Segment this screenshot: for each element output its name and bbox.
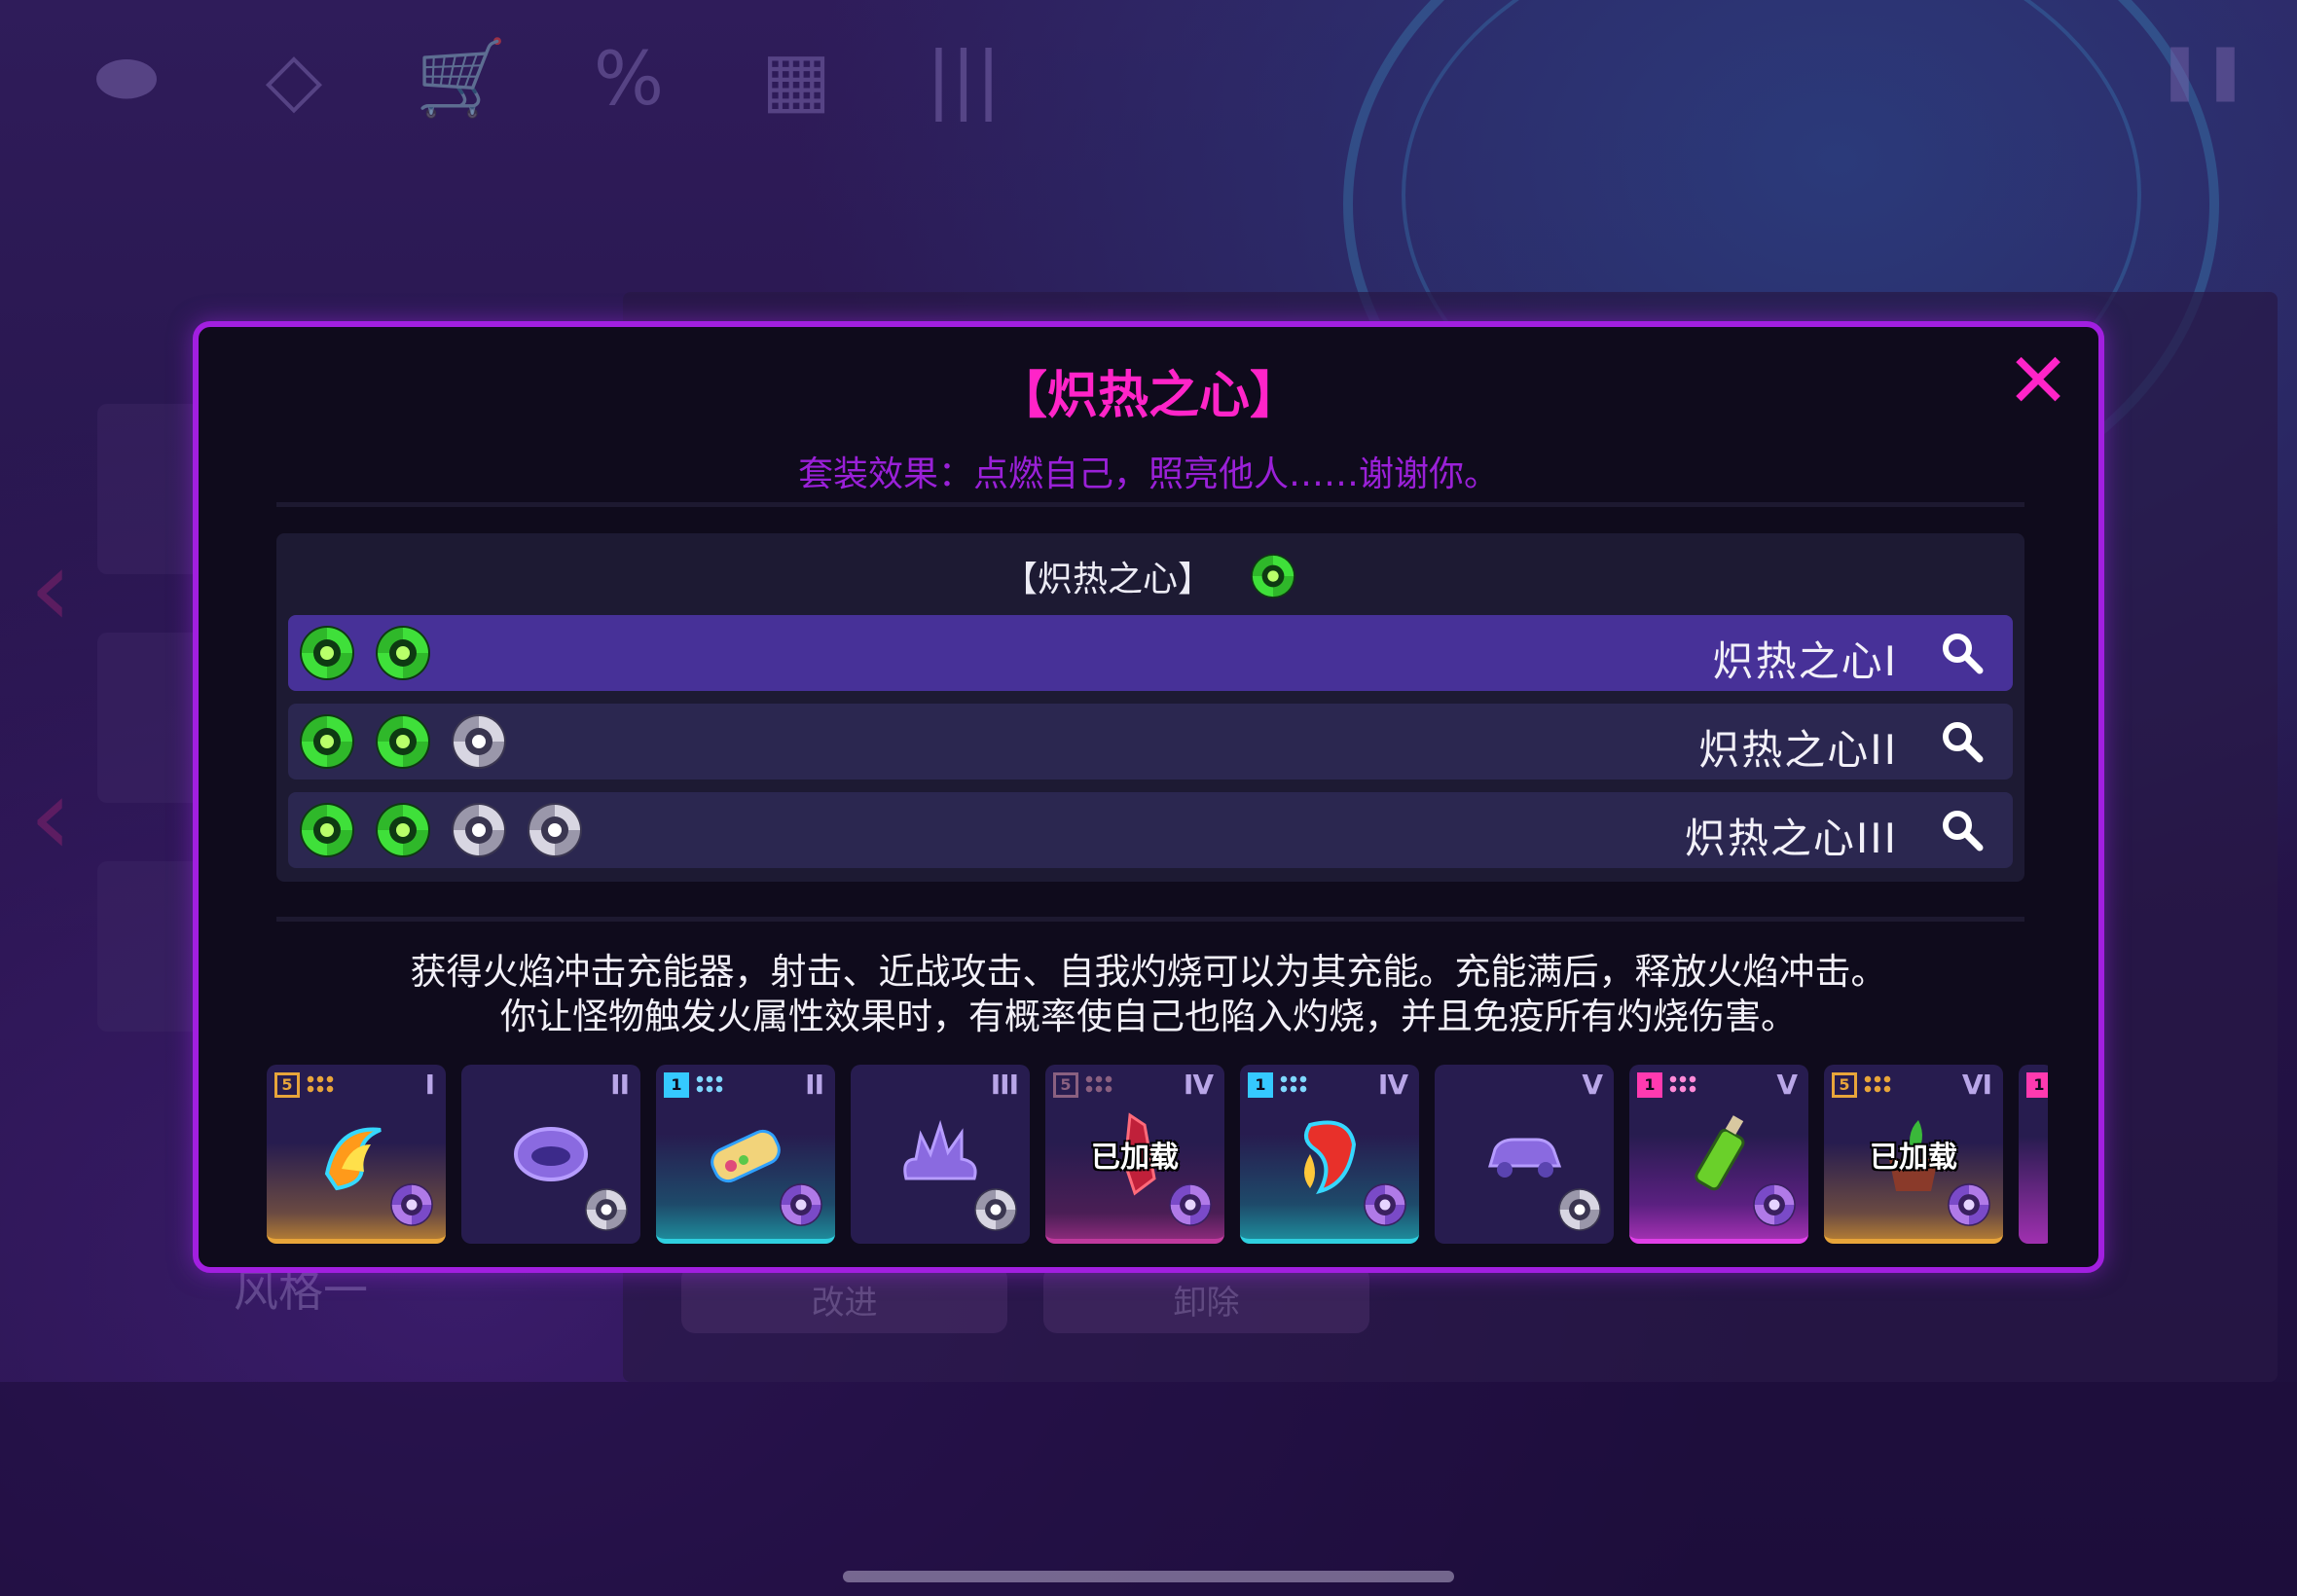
item-badge: 1 [1248, 1072, 1273, 1098]
swirl-icon [1753, 1183, 1796, 1226]
divider [276, 917, 2024, 922]
swirl-active-icon [376, 626, 430, 680]
item-tier: II [805, 1069, 824, 1101]
item-tier: II [610, 1069, 630, 1101]
set-header-label: 【炽热之心】 [1002, 560, 1213, 599]
item-card[interactable]: V [1435, 1065, 1614, 1244]
swirl-active-icon [300, 803, 354, 857]
description-line: 你让怪物触发火属性效果时，有概率使自己也陷入灼烧，并且免疫所有灼烧伤害。 [500, 996, 1797, 1037]
swirl-icon [1948, 1183, 1990, 1226]
percent-icon[interactable]: % [580, 29, 677, 127]
magnifier-icon [1941, 720, 1984, 763]
chevron-left-icon[interactable]: ‹ [29, 754, 72, 879]
swirl-active-icon [1251, 554, 1295, 598]
swirl-icon [585, 1188, 628, 1231]
item-badge: 1 [664, 1072, 689, 1098]
item-card[interactable]: 5 IV 已加载 [1045, 1065, 1224, 1244]
slot-dots-icon [1084, 1074, 1113, 1094]
swirl-icon [780, 1183, 822, 1226]
item-card[interactable]: 1 V [1629, 1065, 1808, 1244]
tier-3-swirls [296, 799, 586, 861]
diamond-icon[interactable]: ◇ [245, 29, 343, 127]
magnifier-icon [1941, 809, 1984, 852]
background-floor [0, 1382, 2297, 1596]
improve-button[interactable]: 改进 [681, 1265, 1007, 1333]
slot-dots-icon [695, 1074, 724, 1094]
loaded-label: 已加载 [1091, 1141, 1179, 1175]
set-header: 【炽热之心】 [276, 551, 2024, 601]
tier-1-swirls [296, 622, 434, 684]
close-icon: ✕ [2006, 338, 2070, 425]
home-indicator[interactable] [843, 1571, 1454, 1582]
waveform-icon[interactable]: ||| [915, 29, 1012, 127]
tier-3-name: 炽热之心III [1684, 815, 1898, 862]
tier-row-3[interactable]: 炽热之心III [288, 792, 2013, 868]
tier-3-inspect-button[interactable] [1931, 799, 1993, 861]
swirl-active-icon [300, 714, 354, 769]
item-card[interactable]: 1 II [656, 1065, 835, 1244]
item-tier: VI [1961, 1069, 1992, 1101]
dialog-title: 【炽热之心】 [996, 367, 1300, 425]
swirl-inactive-icon [452, 803, 506, 857]
item-tier: V [1776, 1069, 1798, 1101]
tier-2-inspect-button[interactable] [1931, 710, 1993, 773]
tier-2-swirls [296, 710, 510, 773]
tier-1-name: 炽热之心I [1712, 637, 1898, 685]
item-badge: 1 [1637, 1072, 1662, 1098]
swirl-inactive-icon [528, 803, 582, 857]
tier-2-name: 炽热之心II [1698, 726, 1898, 774]
description-line: 获得火焰冲击充能器，射击、近战攻击、自我灼烧可以为其充能。充能满后，释放火焰冲击… [410, 951, 1887, 993]
item-card-partial[interactable]: 1 [2019, 1065, 2048, 1244]
side-slot-1[interactable] [97, 404, 204, 574]
item-tier: I [424, 1069, 435, 1101]
swirl-active-icon [376, 714, 430, 769]
item-badge: 5 [274, 1072, 300, 1098]
set-effect-subtitle: 套装效果：点燃自己，照亮他人……谢谢你。 [797, 454, 1499, 494]
set-tiers-panel: 【炽热之心】 炽热之心I 炽热之心II 炽热之心III [276, 533, 2024, 882]
magnifier-icon [1941, 632, 1984, 674]
swirl-icon [1558, 1188, 1601, 1231]
tier-1-inspect-button[interactable] [1931, 622, 1993, 684]
item-tier: V [1582, 1069, 1603, 1101]
item-card[interactable]: III [851, 1065, 1030, 1244]
set-description: 获得火焰冲击充能器，射击、近战攻击、自我灼烧可以为其充能。充能满后，释放火焰冲击… [199, 950, 2098, 1039]
swirl-inactive-icon [452, 714, 506, 769]
item-card[interactable]: 5 VI 已加载 [1824, 1065, 2003, 1244]
divider [276, 502, 2024, 507]
item-card[interactable]: 1 IV [1240, 1065, 1419, 1244]
tier-row-2[interactable]: 炽热之心II [288, 704, 2013, 780]
loaded-label: 已加载 [1870, 1141, 1957, 1175]
item-card[interactable]: II [461, 1065, 640, 1244]
chevron-left-icon[interactable]: ‹ [29, 526, 72, 650]
swirl-active-icon [300, 626, 354, 680]
side-slot-2[interactable] [97, 633, 204, 803]
unload-button[interactable]: 卸除 [1043, 1265, 1369, 1333]
slot-dots-icon [1668, 1074, 1697, 1094]
swirl-active-icon [376, 803, 430, 857]
item-badge: 5 [1053, 1072, 1078, 1098]
tier-row-1[interactable]: 炽热之心I [288, 615, 2013, 691]
set-bonus-dialog: 【炽热之心】 ✕ 套装效果：点燃自己，照亮他人……谢谢你。 【炽热之心】 炽热之… [193, 321, 2104, 1273]
swirl-icon [390, 1183, 433, 1226]
swirl-icon [974, 1188, 1017, 1231]
swirl-icon [1364, 1183, 1406, 1226]
item-badge: 5 [1832, 1072, 1857, 1098]
slot-dots-icon [1279, 1074, 1308, 1094]
set-items-row: 5 I II 1 II III 5 IV 已加载 1 IV V 1 V 5 VI… [267, 1065, 2048, 1250]
coin-stack-icon[interactable]: ⬬ [78, 29, 175, 127]
item-tier: III [990, 1069, 1019, 1101]
item-tier: IV [1377, 1069, 1408, 1101]
top-toolbar: ⬬ ◇ 🛒 % ▦ ||| [78, 29, 1012, 127]
item-card[interactable]: 5 I [267, 1065, 446, 1244]
pause-icon[interactable]: ❚❚ [2157, 39, 2248, 102]
side-slot-3[interactable] [97, 861, 204, 1032]
cart-icon[interactable]: 🛒 [413, 29, 510, 127]
item-tier: IV [1183, 1069, 1214, 1101]
slot-dots-icon [1863, 1074, 1892, 1094]
item-badge: 1 [2026, 1072, 2048, 1098]
close-button[interactable]: ✕ [1999, 338, 2077, 425]
slot-dots-icon [306, 1074, 335, 1094]
swirl-icon [1169, 1183, 1212, 1226]
clipboard-icon[interactable]: ▦ [747, 29, 845, 127]
